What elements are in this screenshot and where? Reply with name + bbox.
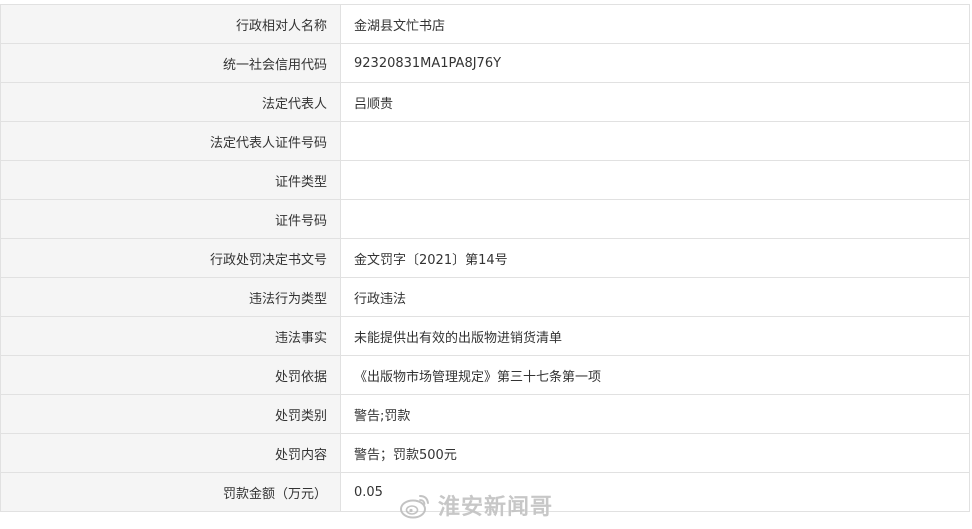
- row-value: 行政违法: [340, 277, 970, 317]
- row-label: 统一社会信用代码: [0, 43, 341, 83]
- row-label: 违法事实: [0, 316, 341, 356]
- table-row: 违法事实 未能提供出有效的出版物进销货清单: [0, 316, 970, 356]
- row-label: 行政处罚决定书文号: [0, 238, 341, 278]
- row-value: 吕顺贵: [340, 82, 970, 122]
- row-label: 法定代表人证件号码: [0, 121, 341, 161]
- penalty-record-table: 行政相对人名称 金湖县文忙书店 统一社会信用代码 92320831MA1PA8J…: [0, 4, 970, 512]
- row-label: 处罚依据: [0, 355, 341, 395]
- row-value: 警告;罚款: [340, 394, 970, 434]
- row-label: 处罚类别: [0, 394, 341, 434]
- row-value: 0.05: [340, 472, 970, 512]
- row-value: 未能提供出有效的出版物进销货清单: [340, 316, 970, 356]
- row-value: 警告；罚款500元: [340, 433, 970, 473]
- row-value: 92320831MA1PA8J76Y: [340, 43, 970, 83]
- row-value: 《出版物市场管理规定》第三十七条第一项: [340, 355, 970, 395]
- row-value: 金湖县文忙书店: [340, 4, 970, 44]
- row-label: 法定代表人: [0, 82, 341, 122]
- table-row: 处罚内容 警告；罚款500元: [0, 433, 970, 473]
- row-value: [340, 160, 970, 200]
- row-label: 证件号码: [0, 199, 341, 239]
- table-row: 行政相对人名称 金湖县文忙书店: [0, 4, 970, 44]
- table-row: 行政处罚决定书文号 金文罚字〔2021〕第14号: [0, 238, 970, 278]
- table-row: 罚款金额（万元） 0.05: [0, 472, 970, 512]
- table-row: 统一社会信用代码 92320831MA1PA8J76Y: [0, 43, 970, 83]
- table-row: 违法行为类型 行政违法: [0, 277, 970, 317]
- table-row: 证件类型: [0, 160, 970, 200]
- row-label: 违法行为类型: [0, 277, 341, 317]
- table-row: 处罚类别 警告;罚款: [0, 394, 970, 434]
- row-value: [340, 121, 970, 161]
- table-row: 证件号码: [0, 199, 970, 239]
- row-label: 证件类型: [0, 160, 341, 200]
- table-row: 法定代表人 吕顺贵: [0, 82, 970, 122]
- row-label: 罚款金额（万元）: [0, 472, 341, 512]
- table-row: 处罚依据 《出版物市场管理规定》第三十七条第一项: [0, 355, 970, 395]
- row-value: [340, 199, 970, 239]
- table-row: 法定代表人证件号码: [0, 121, 970, 161]
- row-label: 处罚内容: [0, 433, 341, 473]
- row-label: 行政相对人名称: [0, 4, 341, 44]
- row-value: 金文罚字〔2021〕第14号: [340, 238, 970, 278]
